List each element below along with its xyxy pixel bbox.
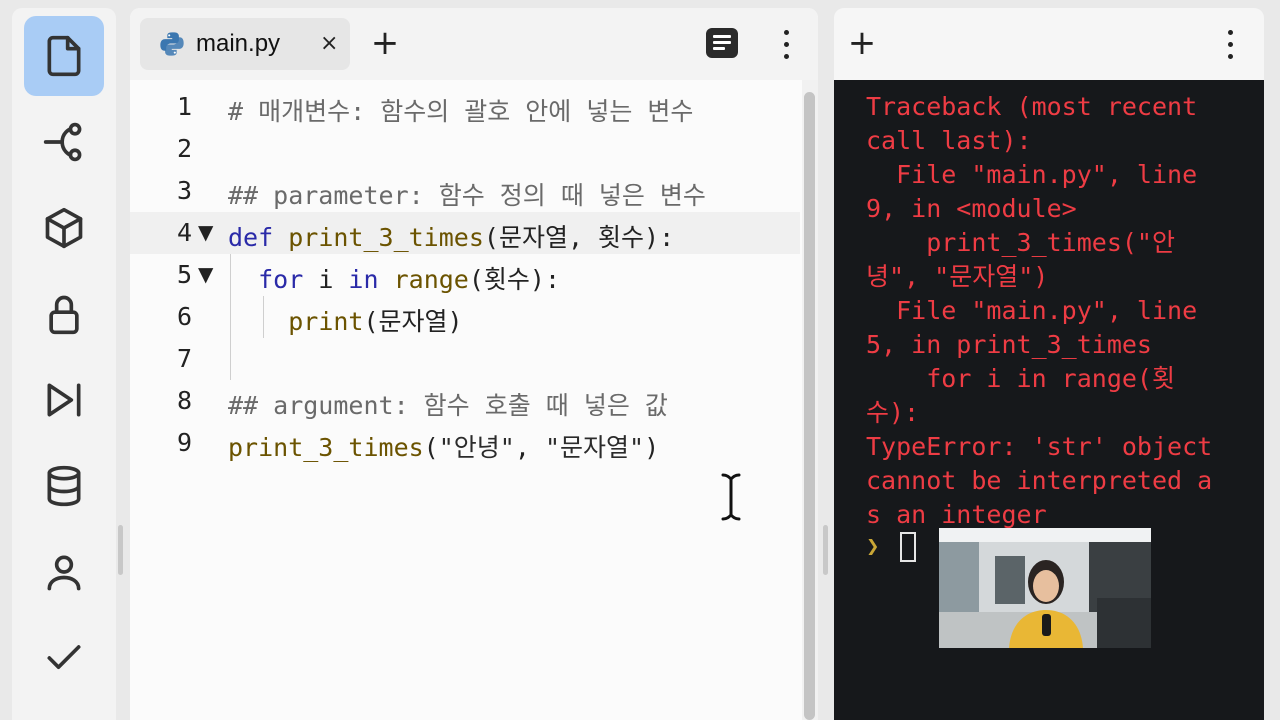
editor-scrollbar[interactable] [804, 92, 815, 720]
line-number: 6 [176, 302, 192, 331]
console-prompt-icon: ❯ [866, 536, 880, 555]
doc-lines-icon [713, 35, 731, 38]
code-text: def print_3_times(문자열, 횟수): [228, 223, 675, 252]
file-icon [47, 35, 81, 77]
database-icon [47, 465, 81, 507]
code-line: 9 print_3_times("안녕", "문자열") [130, 422, 800, 464]
code-text: ## parameter: 함수 정의 때 넣은 변수 [228, 181, 706, 210]
sidebar-resize-handle[interactable] [118, 525, 123, 575]
sidebar-run-button[interactable] [24, 360, 104, 440]
tab-close-icon[interactable]: × [320, 31, 338, 56]
user-icon [47, 555, 81, 591]
sidebar-secrets-button[interactable] [24, 274, 104, 354]
console-input-cursor[interactable] [900, 532, 916, 562]
editor-tab-bar: main.py × + [130, 8, 818, 80]
console-panel[interactable]: Traceback (most recent call last): File … [834, 80, 1264, 720]
webcam-overlay [939, 528, 1151, 648]
tab-main-py[interactable]: main.py × [140, 18, 350, 70]
code-line: 2 [130, 128, 800, 170]
sidebar-database-button[interactable] [24, 446, 104, 526]
code-text: print_3_times("안녕", "문자열") [228, 433, 660, 462]
code-line: 1 # 매개변수: 함수의 괄호 안에 넣는 변수 [130, 86, 800, 128]
line-number: 2 [176, 134, 192, 163]
check-icon [47, 645, 81, 669]
add-tab-button[interactable]: + [365, 24, 405, 64]
line-number: 4 [176, 218, 192, 247]
webcam-image [939, 528, 1151, 648]
console-error-output: Traceback (most recent call last): File … [866, 92, 1213, 529]
run-icon [47, 383, 81, 417]
fold-toggle-icon[interactable]: ▼ [198, 262, 213, 286]
tab-filename: main.py [196, 30, 281, 57]
code-text: # 매개변수: 함수의 괄호 안에 넣는 변수 [228, 97, 694, 126]
code-line: 3 ## parameter: 함수 정의 때 넣은 변수 [130, 170, 800, 212]
code-line-active: 4 ▼ def print_3_times(문자열, 횟수): [130, 212, 800, 254]
sidebar-check-button[interactable] [24, 618, 104, 698]
sidebar [12, 8, 116, 720]
format-document-button[interactable] [706, 28, 738, 58]
code-line: 8 ## argument: 함수 호출 때 넣은 값 [130, 380, 800, 422]
editor-more-options-icon[interactable] [782, 30, 790, 60]
indent-guide [230, 254, 231, 380]
fold-toggle-icon[interactable]: ▼ [198, 220, 213, 244]
code-text: ## argument: 함수 호출 때 넣은 값 [228, 391, 668, 420]
line-number: 7 [176, 344, 192, 373]
sidebar-account-button[interactable] [24, 532, 104, 612]
panel-resize-handle[interactable] [823, 525, 828, 575]
sidebar-git-button[interactable] [24, 102, 104, 182]
line-number: 9 [176, 428, 192, 457]
code-editor[interactable]: 1 # 매개변수: 함수의 괄호 안에 넣는 변수 2 3 ## paramet… [130, 86, 800, 720]
python-icon [160, 32, 184, 56]
lock-icon [49, 295, 79, 335]
console-tab-bar: + [834, 8, 1264, 80]
sidebar-files-button[interactable] [24, 16, 104, 96]
text-cursor-icon [721, 473, 741, 521]
add-console-tab-button[interactable]: + [842, 24, 882, 64]
sidebar-packages-button[interactable] [24, 188, 104, 268]
line-number: 5 [176, 260, 192, 289]
git-branch-icon [43, 122, 82, 162]
line-number: 1 [176, 92, 192, 121]
line-number: 3 [176, 176, 192, 205]
editor-panel: main.py × + 1 # 매개변수: 함수의 괄호 안에 넣는 변수 2 … [130, 8, 818, 720]
indent-guide [263, 296, 264, 338]
console-more-options-icon[interactable] [1226, 30, 1234, 60]
package-icon [45, 207, 83, 249]
line-number: 8 [176, 386, 192, 415]
code-text: for i in range(횟수): [258, 265, 561, 294]
